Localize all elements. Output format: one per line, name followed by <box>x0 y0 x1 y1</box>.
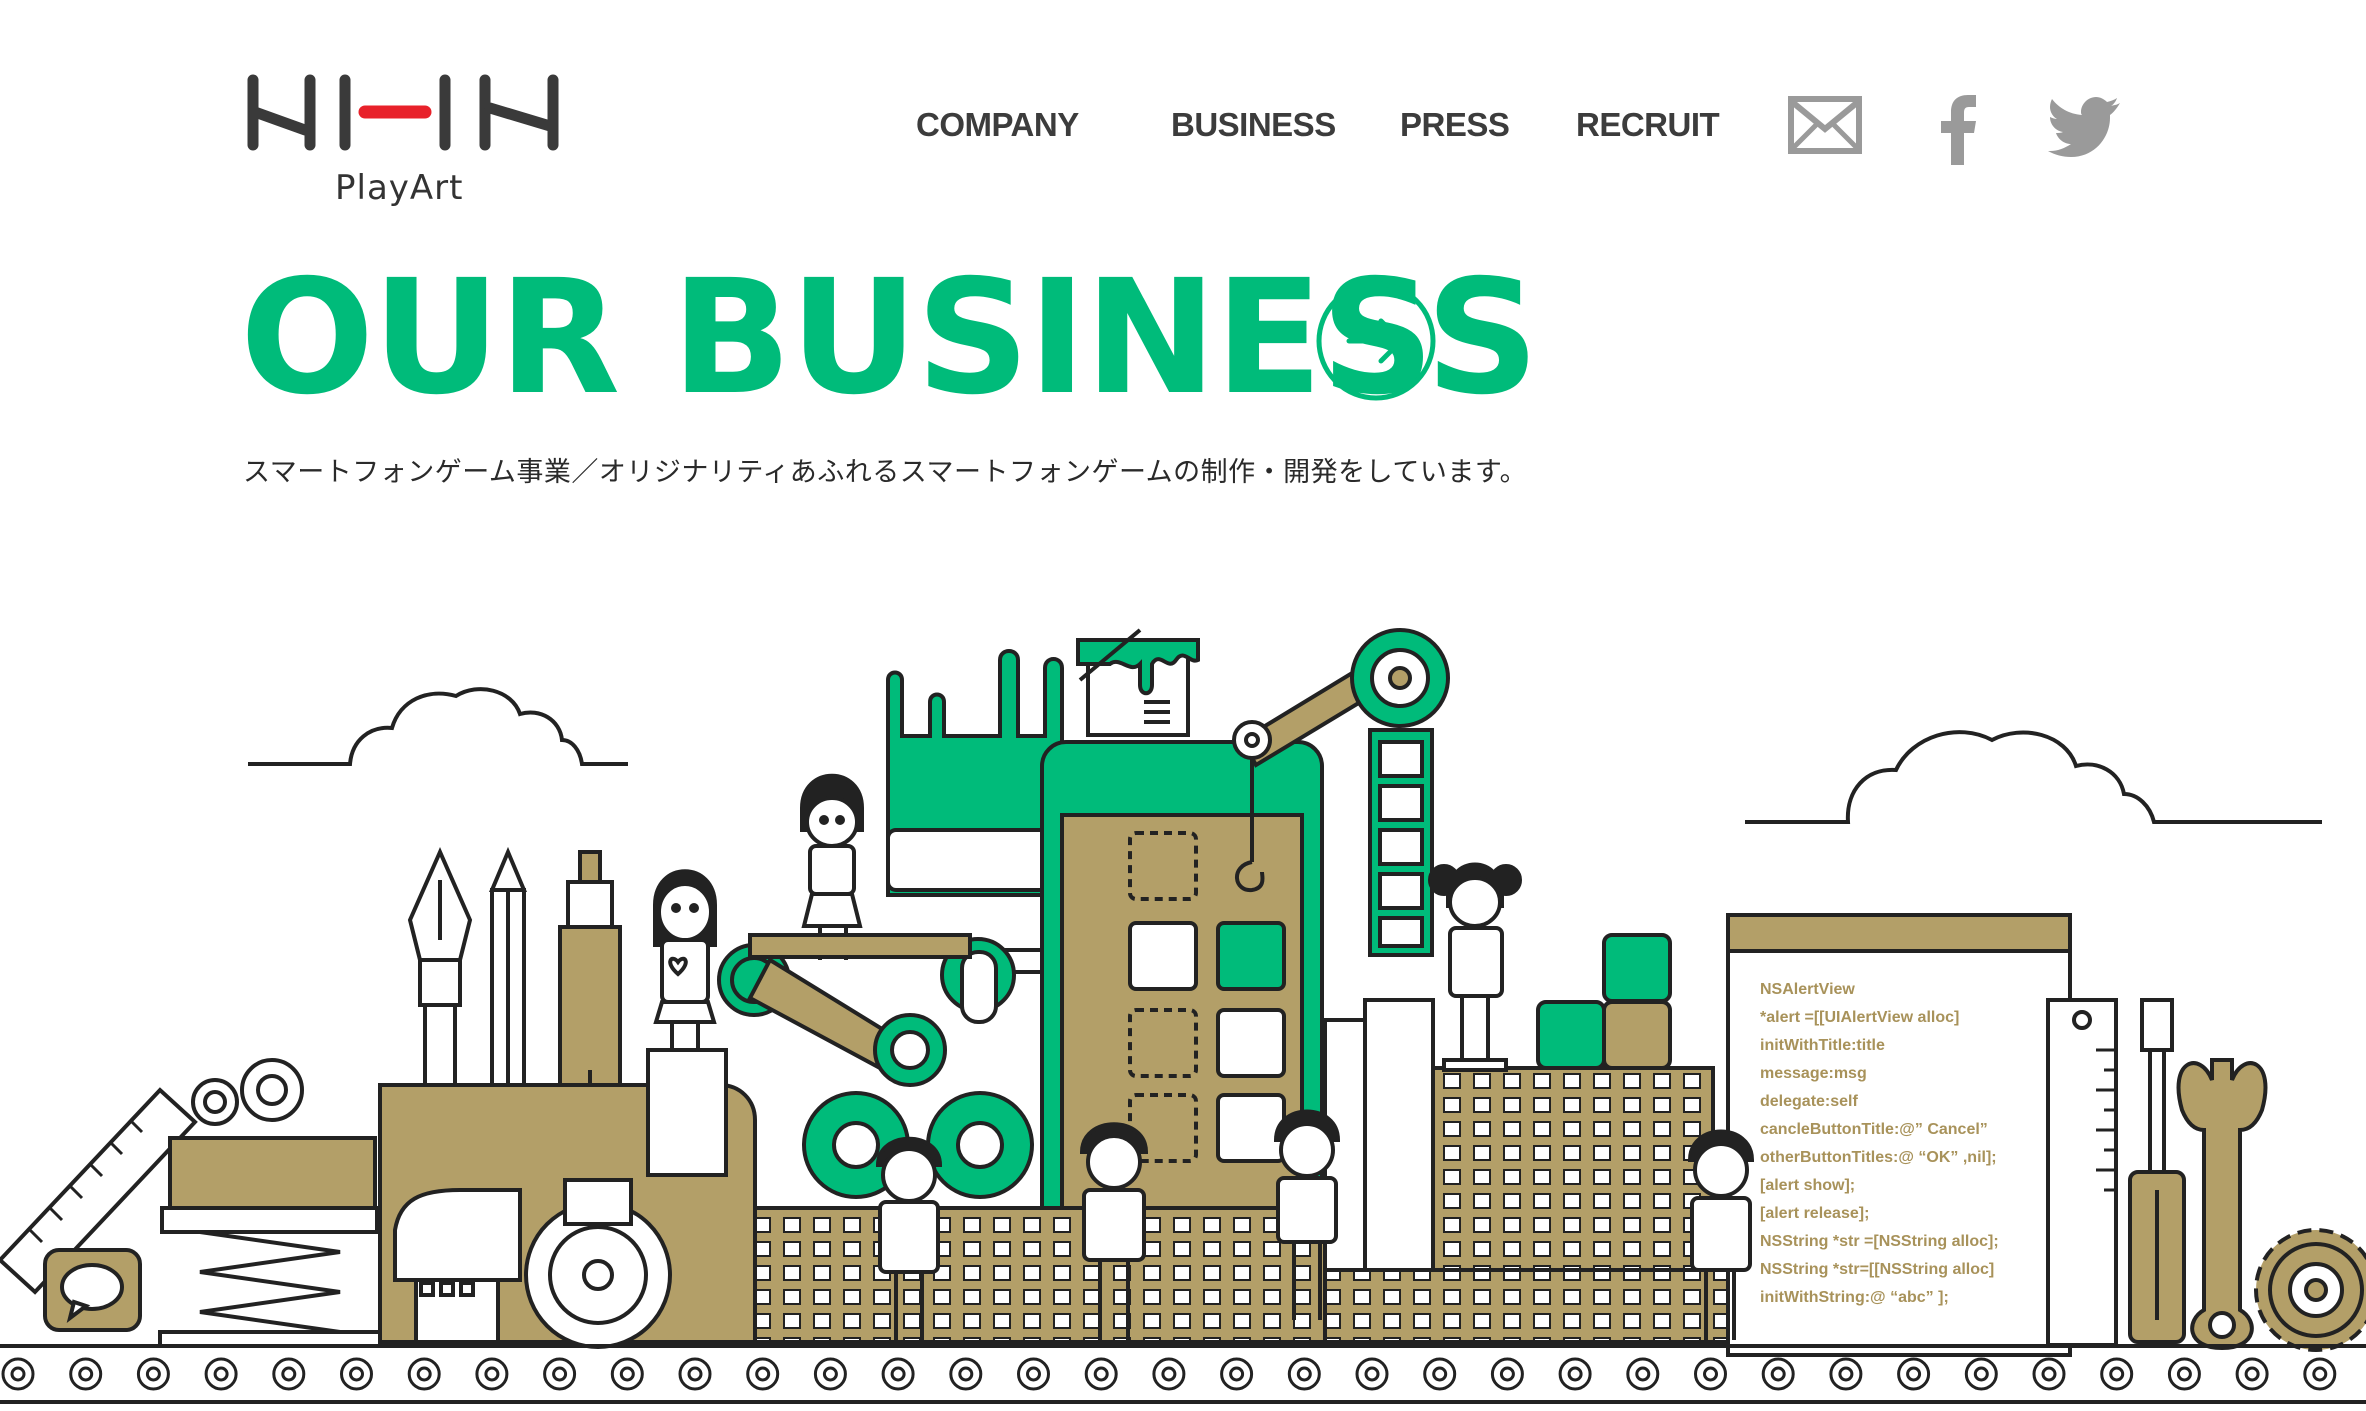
code-line: message:msg <box>1760 1065 1867 1082</box>
nav-press[interactable]: PRESS <box>1400 106 1510 144</box>
code-line: NSString *str =[NSString alloc]; <box>1760 1233 1999 1250</box>
conveyor-roller-hub <box>1906 1366 1922 1382</box>
facebook-icon[interactable] <box>1938 95 1978 170</box>
conveyor-roller-hub <box>1093 1366 1109 1382</box>
conveyor-roller-hub <box>416 1366 432 1382</box>
conveyor-roller-hub <box>1567 1366 1583 1382</box>
conveyor-roller-hub <box>619 1366 635 1382</box>
conveyor-roller-hub <box>2041 1366 2057 1382</box>
block-stack <box>1323 933 1715 1272</box>
conveyor-roller-hub <box>1635 1366 1651 1382</box>
nav-company[interactable]: COMPANY <box>916 106 1079 144</box>
stamp-machine <box>158 1058 382 1348</box>
conveyor-roller-hub <box>1364 1366 1380 1382</box>
conveyor-roller-hub <box>1161 1366 1177 1382</box>
nav-recruit[interactable]: RECRUIT <box>1576 106 1720 144</box>
code-line: NSString *str=[[NSString alloc] <box>1760 1261 1994 1278</box>
arrow-right-circle-icon[interactable] <box>1315 280 1437 402</box>
twitter-icon[interactable] <box>2048 95 2122 162</box>
character-girl-bob <box>800 773 864 960</box>
logo-subtitle: PlayArt <box>335 168 464 208</box>
conveyor-roller-hub <box>2312 1366 2328 1382</box>
code-line: initWithString:@ “abc” ]; <box>1760 1289 1949 1306</box>
character-girl-pigtails <box>1428 862 1522 1072</box>
code-line: cancleButtonTitle:@” Cancel” <box>1760 1121 1988 1138</box>
conveyor-roller-hub <box>484 1366 500 1382</box>
cloud-left <box>248 687 628 766</box>
conveyor-roller-hub <box>1973 1366 1989 1382</box>
conveyor-roller-hub <box>1026 1366 1041 1382</box>
cloud-right <box>1745 730 2322 824</box>
conveyor-roller-hub <box>1296 1366 1312 1382</box>
conveyor-roller-hub <box>1229 1366 1245 1382</box>
code-line: initWithTitle:title <box>1760 1037 1885 1054</box>
ruler-vertical <box>2046 998 2118 1347</box>
mail-icon[interactable] <box>1788 95 1862 160</box>
conveyor-roller-hub <box>1838 1366 1854 1382</box>
screwdriver <box>2128 998 2186 1344</box>
conveyor-roller-hub <box>213 1366 229 1382</box>
page-description: スマートフォンゲーム事業／オリジナリティあふれるスマートフォンゲームの制作・開発… <box>243 457 1528 488</box>
speech-bubble-icon <box>43 1248 142 1332</box>
conveyor-roller-hub <box>78 1366 94 1382</box>
main-nav: COMPANY BUSINESS PRESS RECRUIT <box>0 106 2366 156</box>
conveyor-roller-hub <box>1432 1366 1448 1382</box>
site-header: PlayArt COMPANY BUSINESS PRESS RECRUIT <box>0 0 2366 230</box>
conveyor-roller-hub <box>687 1366 703 1382</box>
factory-scene: NSAlertView *alert =[[UIAlertView alloc]… <box>0 628 2366 1404</box>
conveyor-roller-hub <box>958 1366 974 1382</box>
code-line: delegate:self <box>1760 1093 1858 1110</box>
conveyor-rollers <box>1 1357 2337 1391</box>
conveyor-roller-hub <box>552 1366 568 1382</box>
factory-illustration: NSAlertView *alert =[[UIAlertView alloc]… <box>0 590 2366 1406</box>
code-line: NSAlertView <box>1760 981 1855 998</box>
conveyor-roller-hub <box>1703 1366 1718 1382</box>
nav-business[interactable]: BUSINESS <box>1171 106 1336 144</box>
conveyor-roller-hub <box>2244 1366 2260 1382</box>
wrench <box>2176 1058 2268 1351</box>
paint-bucket <box>1076 628 1200 737</box>
conveyor-roller-hub <box>890 1366 906 1382</box>
conveyor-roller-hub <box>349 1366 364 1382</box>
conveyor-wall <box>753 1206 1327 1344</box>
conveyor-roller-hub <box>1499 1366 1515 1382</box>
code-line: [alert show]; <box>1760 1177 1855 1194</box>
code-line: otherButtonTitles:@ “OK” ,nil]; <box>1760 1149 1997 1166</box>
conveyor-roller-hub <box>281 1366 297 1382</box>
conveyor-roller-hub <box>2109 1366 2125 1382</box>
conveyor-roller-hub <box>755 1366 771 1382</box>
conveyor-roller-hub <box>145 1366 161 1382</box>
code-line: *alert =[[UIAlertView alloc] <box>1760 1009 1959 1026</box>
conveyor-roller-hub <box>10 1366 26 1382</box>
conveyor-wall-right <box>1323 1268 1730 1344</box>
paint-roller-machine <box>717 649 1088 1199</box>
conveyor-roller-hub <box>822 1366 838 1382</box>
conveyor-roller-hub <box>2176 1366 2192 1382</box>
gear-icon <box>2254 1228 2366 1352</box>
character-girl-heart <box>646 869 728 1177</box>
code-line: [alert release]; <box>1760 1205 1869 1222</box>
conveyor-roller-hub <box>1770 1366 1786 1382</box>
